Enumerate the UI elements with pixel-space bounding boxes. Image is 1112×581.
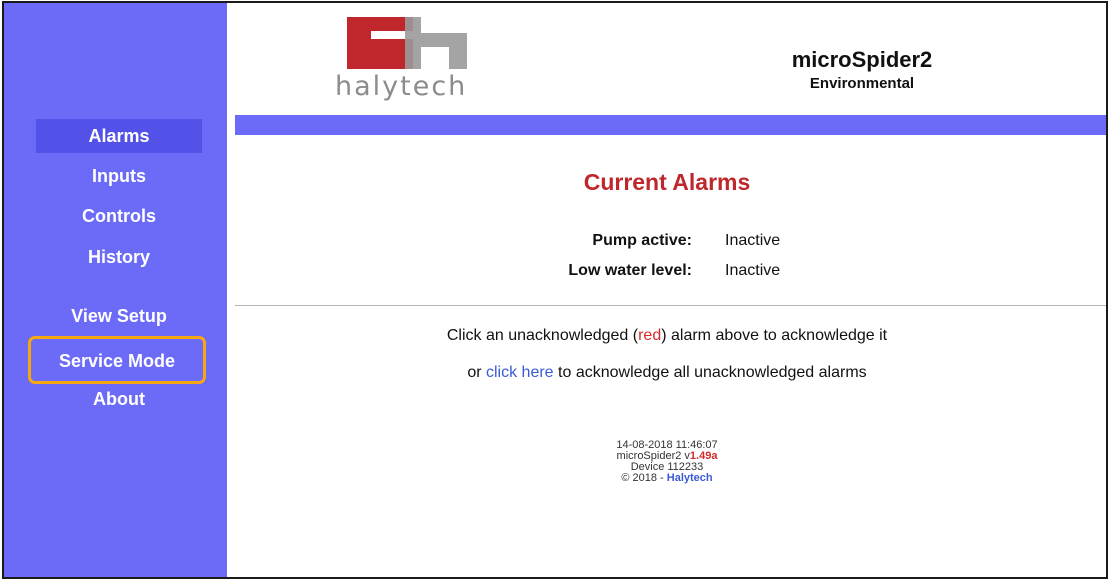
device-type: Environmental	[809, 75, 915, 92]
sidebar: Alarms Inputs Controls History View Setu…	[4, 3, 227, 577]
nav-item-service-mode[interactable]: Service Mode	[28, 336, 206, 384]
device-name: microSpider2	[791, 47, 933, 72]
nav-item-view-setup[interactable]: View Setup	[36, 299, 202, 333]
header-band	[235, 115, 1106, 135]
instruction-text: ) alarm above to acknowledge it	[661, 327, 888, 344]
page-title: Current Alarms	[583, 169, 751, 195]
acknowledge-all-link[interactable]: click here	[486, 364, 554, 381]
alarm-label: Low water level:	[568, 262, 692, 279]
nav-item-history[interactable]: History	[36, 240, 202, 274]
nav-item-about[interactable]: About	[36, 382, 202, 416]
acknowledge-instruction: Click an unacknowledged (red) alarm abov…	[227, 327, 1106, 345]
instruction-text: or	[467, 364, 486, 381]
acknowledge-all-message: or click here to acknowledge all unackno…	[227, 364, 1106, 382]
nav-item-alarms[interactable]: Alarms	[36, 119, 202, 153]
instruction-text: to acknowledge all unacknowledged alarms	[553, 364, 867, 381]
alarm-label: Pump active:	[592, 232, 692, 249]
alarm-status[interactable]: Inactive	[725, 262, 780, 280]
nav-item-controls[interactable]: Controls	[36, 199, 202, 233]
copyright-text: © 2018 -	[621, 472, 667, 484]
brand-logo-text: halytech	[335, 71, 468, 102]
main-content: halytech microSpider2 Environmental Curr…	[227, 3, 1106, 577]
red-word: red	[638, 327, 662, 344]
alarm-status[interactable]: Inactive	[725, 232, 780, 250]
footer-copyright: © 2018 - Halytech	[227, 472, 1106, 484]
app-frame: Alarms Inputs Controls History View Setu…	[2, 1, 1108, 579]
nav-item-inputs[interactable]: Inputs	[36, 159, 202, 193]
divider	[235, 305, 1106, 306]
company-link[interactable]: Halytech	[667, 472, 713, 484]
instruction-text: Click an unacknowledged (	[446, 327, 639, 344]
